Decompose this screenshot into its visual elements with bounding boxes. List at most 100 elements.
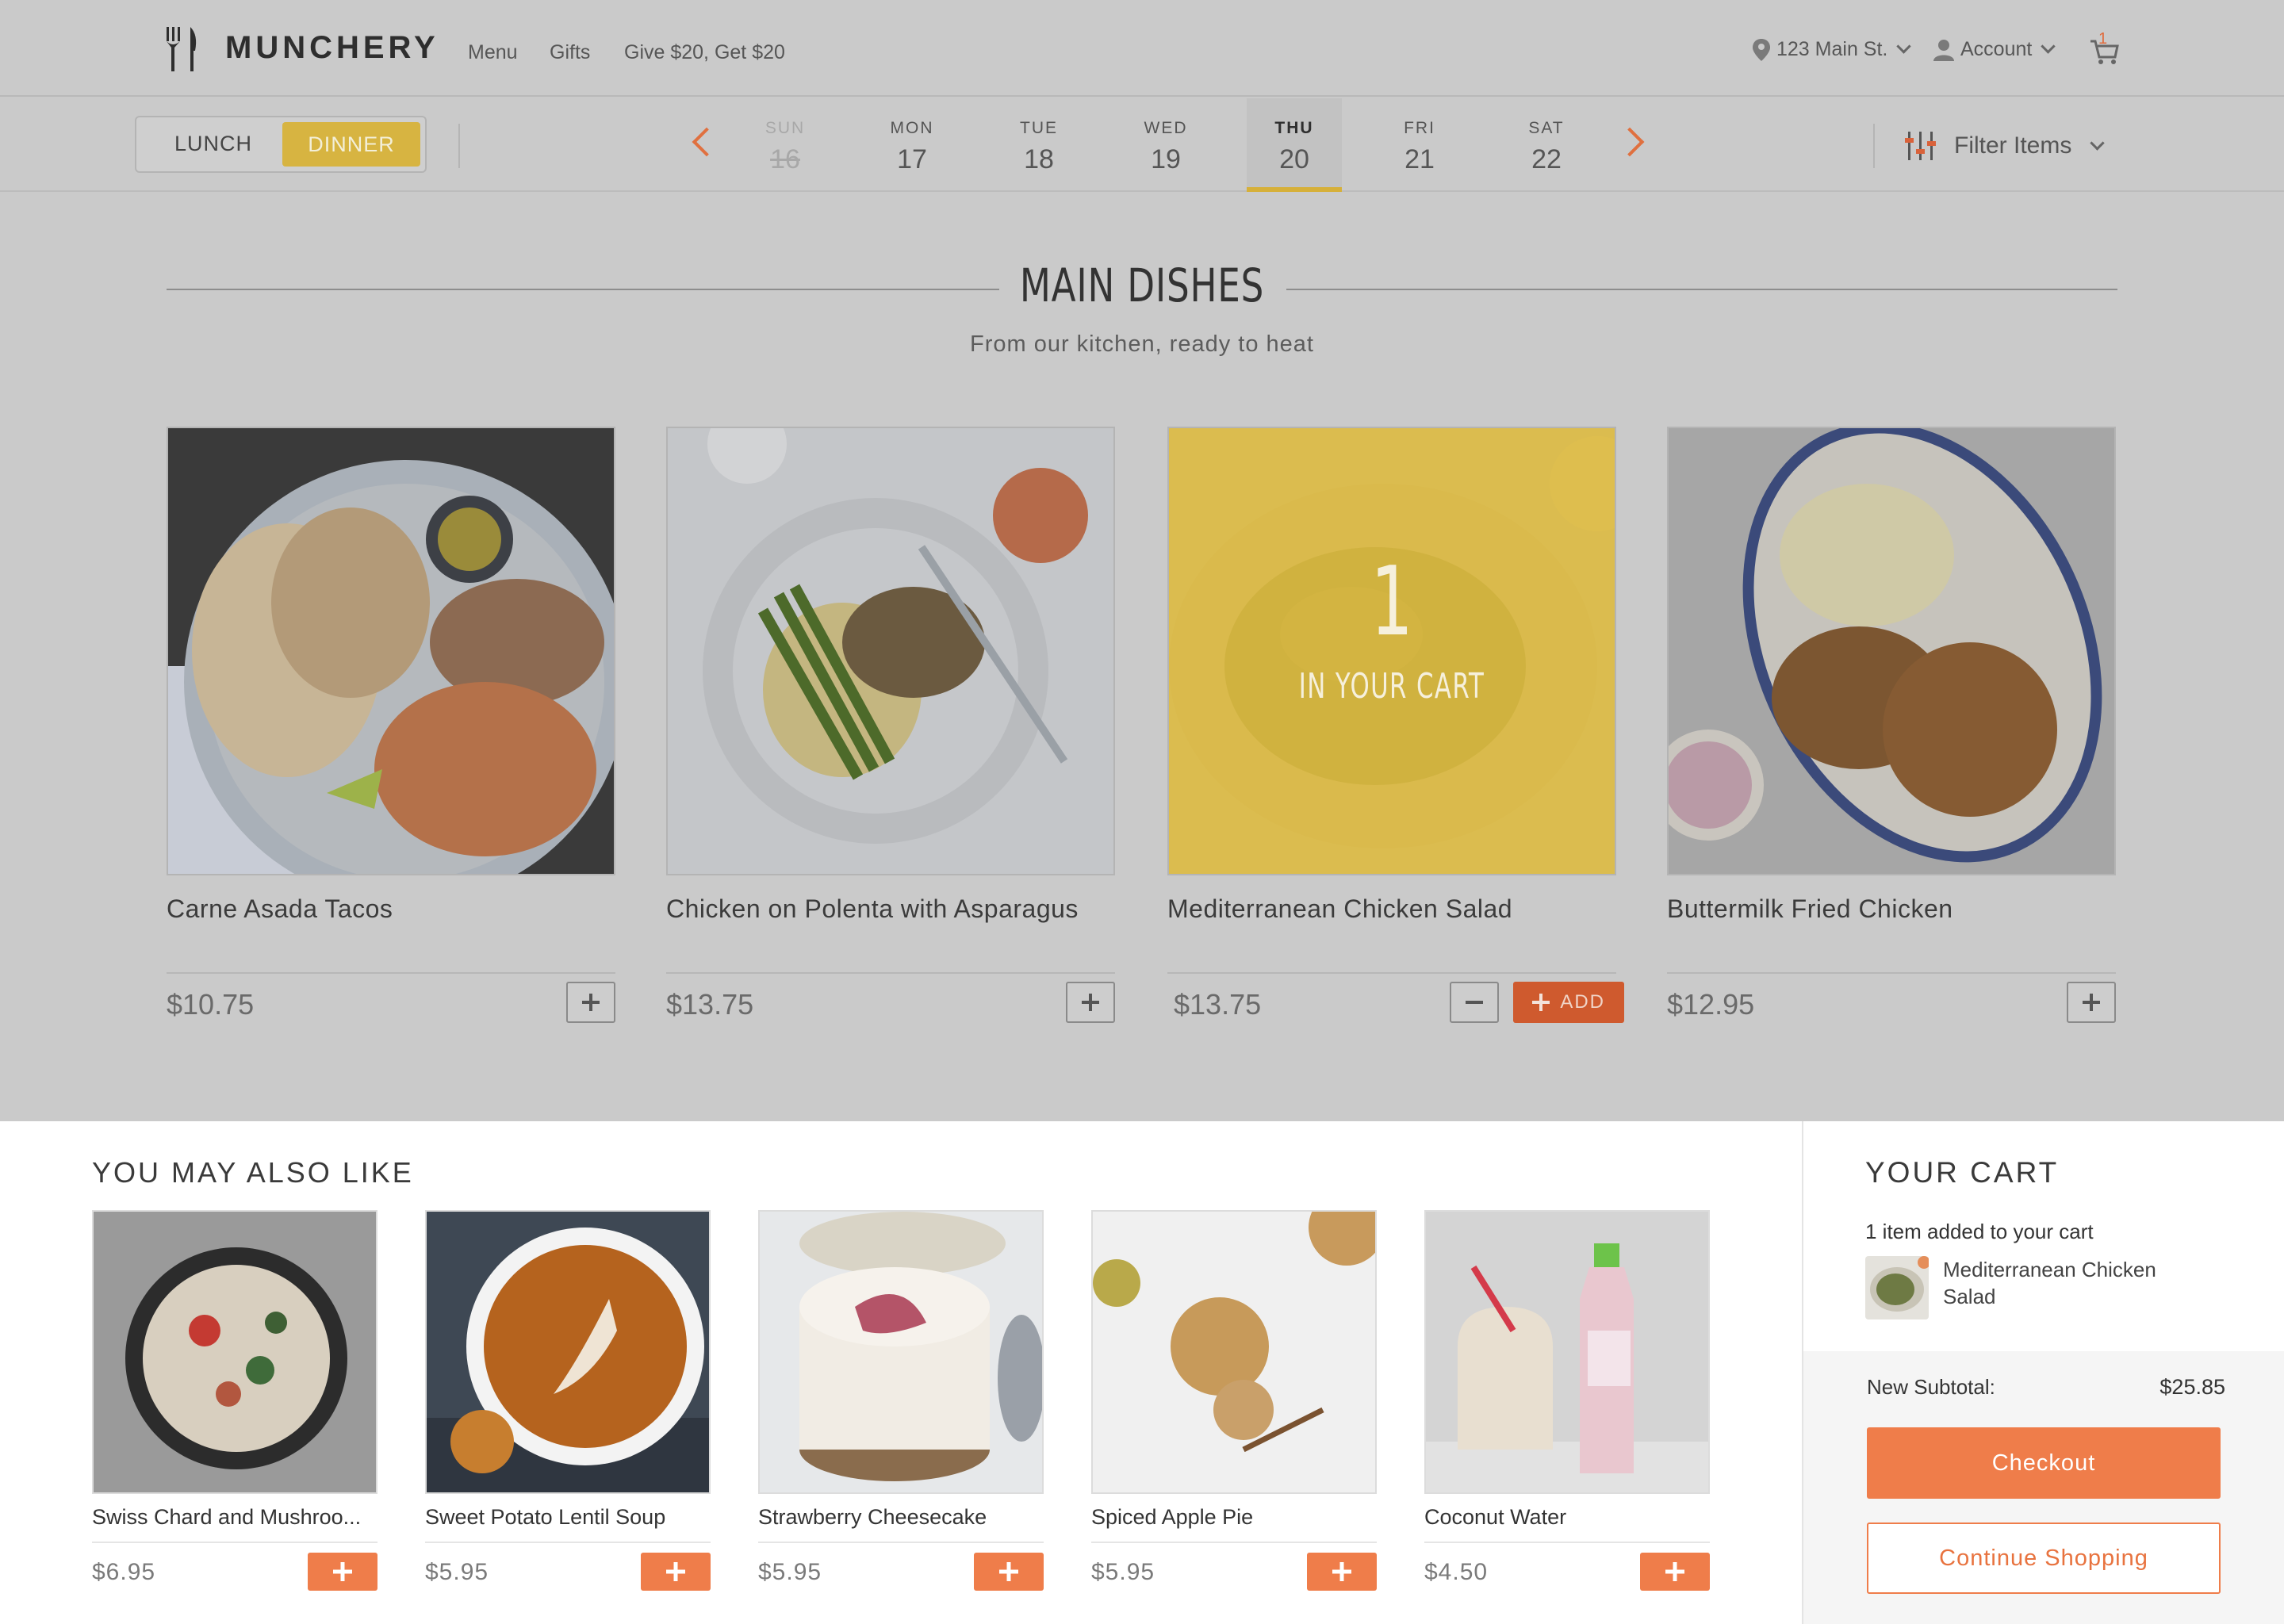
recommendation-name[interactable]: Swiss Chard and Mushroo...	[92, 1505, 377, 1530]
remove-from-cart-button[interactable]	[1450, 982, 1499, 1023]
dish-card: Buttermilk Fried Chicken $12.95	[1667, 427, 2116, 1023]
dish-image-mediterranean-chicken-salad[interactable]: 1 IN YOUR CART	[1167, 427, 1616, 875]
address-label: 123 Main St.	[1776, 38, 1888, 60]
add-to-cart-button[interactable]	[641, 1553, 711, 1591]
cart-count-badge: 1	[2098, 30, 2108, 48]
recommendation-price: $4.50	[1424, 1559, 1489, 1585]
in-cart-overlay: 1 IN YOUR CART	[1169, 428, 1615, 874]
recommendations-title: YOU MAY ALSO LIKE	[92, 1156, 414, 1189]
chevron-down-icon	[2041, 39, 2056, 54]
recommendation-card: Strawberry Cheesecake $5.95	[758, 1210, 1044, 1591]
dish-image-chicken-on-polenta[interactable]	[666, 427, 1115, 875]
dish-card: Chicken on Polenta with Asparagus $13.75	[666, 427, 1115, 1023]
recommendation-card: Sweet Potato Lentil Soup $5.95	[425, 1210, 711, 1591]
add-to-cart-button[interactable]	[1307, 1553, 1377, 1591]
recommendation-name[interactable]: Sweet Potato Lentil Soup	[425, 1505, 711, 1530]
divider	[666, 972, 1115, 974]
divider	[1167, 972, 1616, 974]
in-cart-label: IN YOUR CART	[1298, 666, 1485, 707]
lunch-toggle-button[interactable]: LUNCH	[174, 132, 252, 156]
dish-price: $10.75	[167, 988, 255, 1021]
add-to-cart-button[interactable]	[2067, 982, 2116, 1023]
add-to-cart-button[interactable]	[308, 1553, 377, 1591]
dish-name[interactable]: Carne Asada Tacos	[167, 894, 615, 924]
location-pin-icon	[1753, 38, 1770, 61]
subtotal-value: $25.85	[2159, 1375, 2225, 1399]
divider	[458, 124, 460, 168]
dish-price: $12.95	[1667, 988, 1755, 1021]
dish-name[interactable]: Mediterranean Chicken Salad	[1167, 894, 1616, 924]
nav-link-menu[interactable]: Menu	[468, 41, 518, 64]
recommendation-image[interactable]	[758, 1210, 1044, 1494]
fork-knife-logo-icon	[167, 27, 197, 71]
user-icon	[1933, 39, 1954, 61]
cart-title: YOUR CART	[1865, 1156, 2060, 1189]
nav-link-gifts[interactable]: Gifts	[550, 41, 590, 64]
add-to-cart-button[interactable]	[1066, 982, 1115, 1023]
divider	[758, 1542, 1044, 1543]
day-tab-sat[interactable]: SAT 22	[1499, 119, 1594, 175]
dish-price: $13.75	[666, 988, 754, 1021]
account-label: Account	[1960, 38, 2033, 60]
recommendation-card: Coconut Water $4.50	[1424, 1210, 1710, 1591]
day-tab-tue[interactable]: TUE 18	[991, 119, 1086, 175]
add-more-button[interactable]: ADD	[1513, 982, 1624, 1023]
recommendation-image[interactable]	[92, 1210, 377, 1494]
brand-logo[interactable]: MUNCHERY	[225, 30, 439, 66]
section-subtitle: From our kitchen, ready to heat	[970, 331, 1314, 357]
chevron-down-icon	[1896, 39, 1912, 54]
cart-panel: YOUR CART 1 item added to your cart Medi…	[1802, 1121, 2284, 1624]
add-to-cart-button[interactable]	[566, 982, 615, 1023]
day-tab-thu[interactable]: THU 20	[1247, 98, 1342, 192]
recommendation-name[interactable]: Strawberry Cheesecake	[758, 1505, 1044, 1530]
dish-image-buttermilk-fried-chicken[interactable]	[1667, 427, 2116, 875]
recommendation-price: $5.95	[758, 1559, 822, 1585]
divider	[425, 1542, 711, 1543]
chevron-down-icon	[2090, 135, 2106, 151]
day-tab-fri[interactable]: FRI 21	[1372, 119, 1467, 175]
divider	[1091, 1542, 1377, 1543]
divider	[1667, 972, 2116, 974]
recommendation-image[interactable]	[425, 1210, 711, 1494]
recommendation-card: Spiced Apple Pie $5.95	[1091, 1210, 1377, 1591]
dish-price: $13.75	[1174, 988, 1262, 1021]
divider	[1424, 1542, 1710, 1543]
dish-name[interactable]: Chicken on Polenta with Asparagus	[666, 894, 1115, 924]
divider	[92, 1542, 377, 1543]
in-cart-quantity: 1	[1370, 547, 1413, 657]
day-tab-wed[interactable]: WED 19	[1118, 119, 1213, 175]
cart-item-name: Mediterranean Chicken Salad	[1943, 1258, 2156, 1308]
recommendation-image[interactable]	[1424, 1210, 1710, 1494]
filter-sliders-icon	[1905, 132, 1936, 160]
filter-items-dropdown[interactable]: Filter Items	[1903, 130, 2106, 162]
recommendation-price: $6.95	[92, 1559, 156, 1585]
continue-shopping-button[interactable]: Continue Shopping	[1867, 1522, 2221, 1594]
add-to-cart-button[interactable]	[1640, 1553, 1710, 1591]
recommendation-price: $5.95	[1091, 1559, 1155, 1585]
address-dropdown[interactable]: 123 Main St.	[1753, 38, 1912, 61]
meal-toggle: LUNCH DINNER	[135, 116, 427, 173]
recommendation-image[interactable]	[1091, 1210, 1377, 1494]
recommendation-name[interactable]: Spiced Apple Pie	[1091, 1505, 1377, 1530]
cart-summary: New Subtotal: $25.85 Checkout Continue S…	[1803, 1351, 2284, 1624]
section-title: MAIN DISHES	[1019, 259, 1265, 312]
divider	[167, 972, 615, 974]
dish-name[interactable]: Buttermilk Fried Chicken	[1667, 894, 2116, 924]
cart-added-message: 1 item added to your cart	[1865, 1220, 2094, 1243]
filter-items-label: Filter Items	[1954, 132, 2072, 159]
subtotal-label: New Subtotal:	[1867, 1375, 1995, 1399]
checkout-button[interactable]: Checkout	[1867, 1427, 2221, 1499]
account-dropdown[interactable]: Account	[1933, 38, 2056, 61]
nav-link-referral[interactable]: Give $20, Get $20	[624, 41, 785, 64]
top-navigation-bar: MUNCHERY Menu Gifts Give $20, Get $20 12…	[0, 0, 2284, 97]
add-to-cart-button[interactable]	[974, 1553, 1044, 1591]
recommendation-price: $5.95	[425, 1559, 489, 1585]
dinner-toggle-button[interactable]: DINNER	[282, 122, 420, 167]
dish-image-carne-asada-tacos[interactable]	[167, 427, 615, 875]
dish-card: 1 IN YOUR CART Mediterranean Chicken Sal…	[1167, 427, 1624, 1023]
day-tab-mon[interactable]: MON 17	[864, 119, 960, 175]
cart-item-thumbnail	[1865, 1256, 1929, 1320]
recommendation-card: Swiss Chard and Mushroo... $6.95	[92, 1210, 377, 1591]
recommendation-name[interactable]: Coconut Water	[1424, 1505, 1710, 1530]
day-tab-sun: SUN 16	[765, 119, 806, 174]
